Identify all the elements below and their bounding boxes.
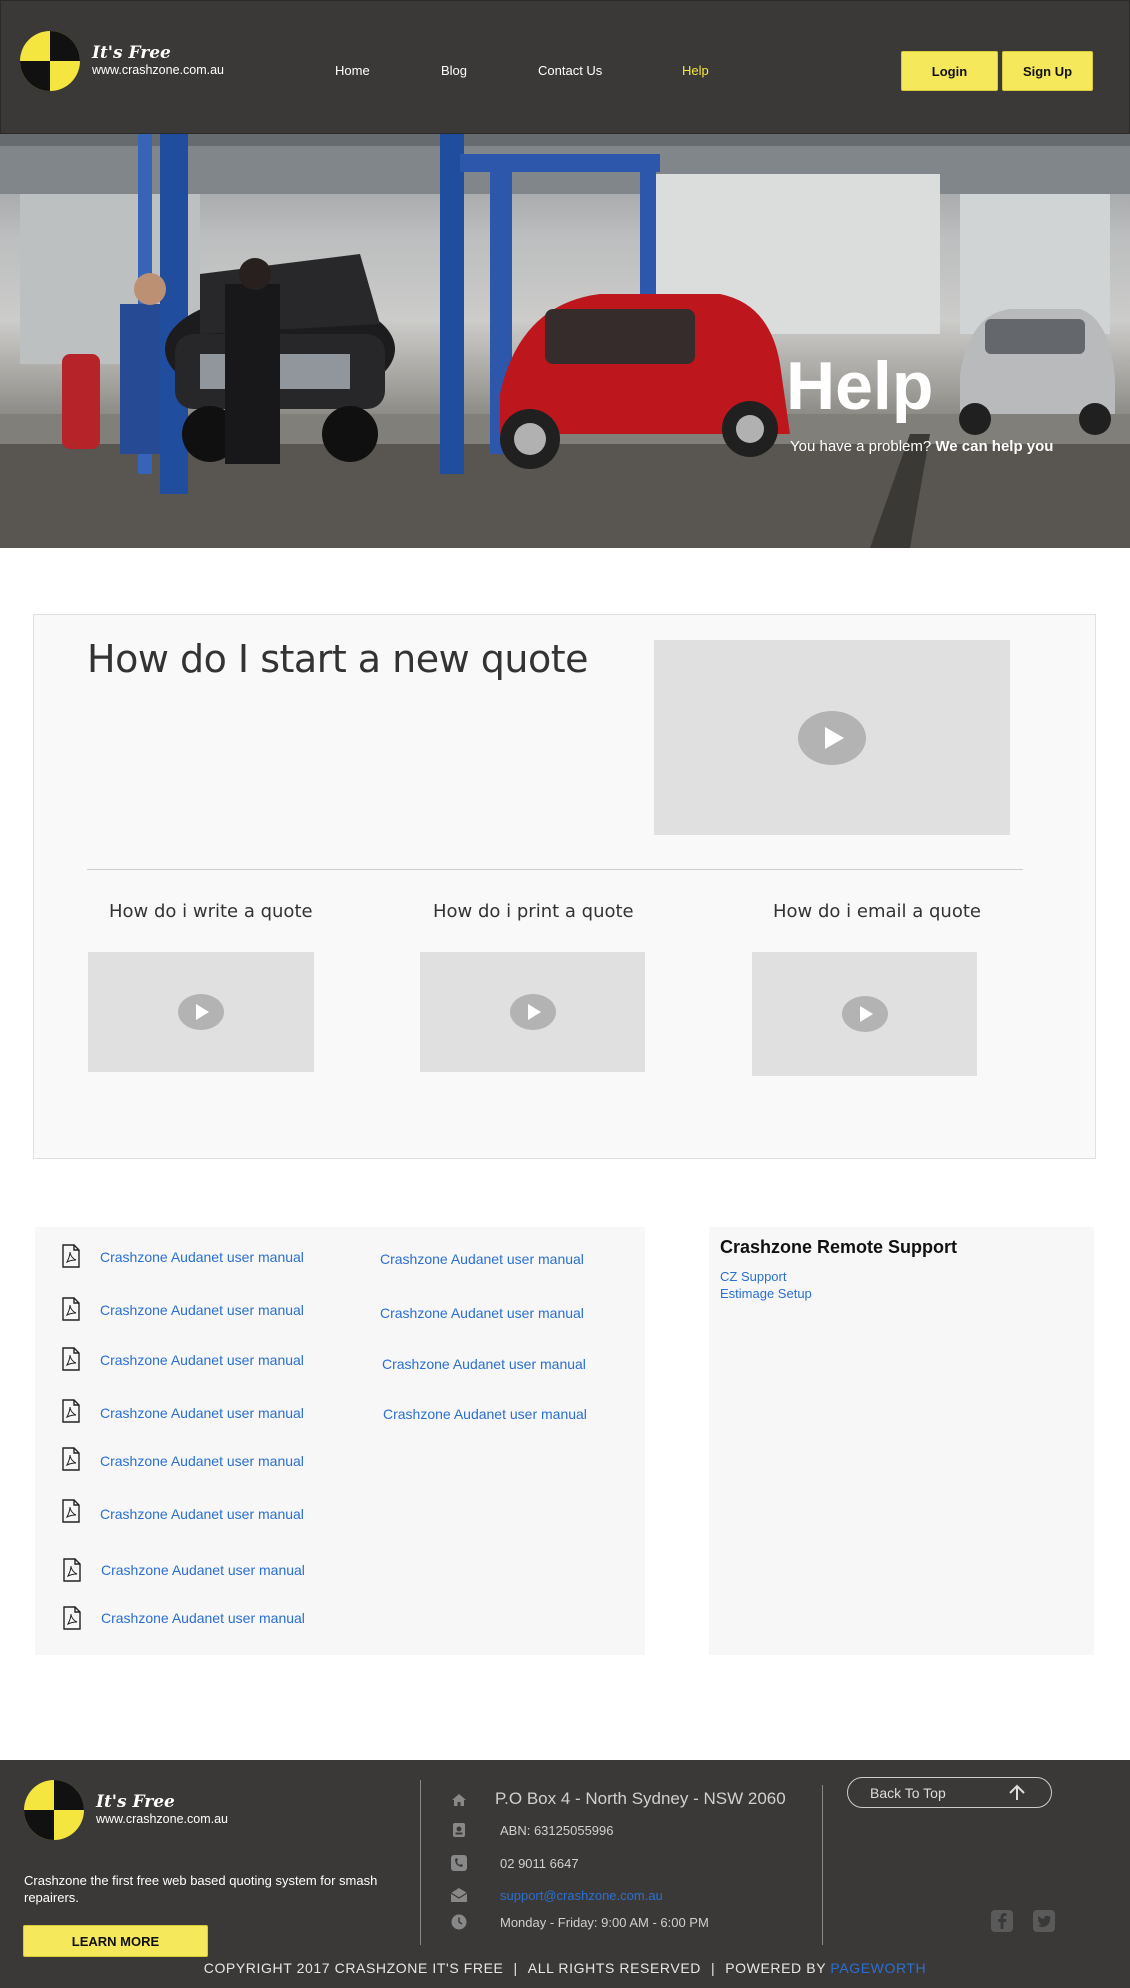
manual-link[interactable]: Crashzone Audanet user manual <box>380 1305 584 1321</box>
site-header: It's Free www.crashzone.com.au Home Blog… <box>0 0 1130 134</box>
footer-divider <box>822 1785 823 1945</box>
hero-banner: Help You have a problem? We can help you <box>0 134 1130 548</box>
cz-support-link[interactable]: CZ Support <box>720 1269 786 1284</box>
pdf-file-icon <box>63 1606 81 1630</box>
separator: | <box>710 1960 716 1976</box>
back-to-top-button[interactable]: Back To Top <box>847 1777 1052 1808</box>
signup-button[interactable]: Sign Up <box>1002 51 1093 91</box>
play-icon[interactable] <box>178 994 224 1030</box>
login-button[interactable]: Login <box>901 51 998 91</box>
manual-link[interactable]: Crashzone Audanet user manual <box>382 1356 586 1372</box>
manual-link[interactable]: Crashzone Audanet user manual <box>101 1610 305 1626</box>
separator: | <box>513 1960 518 1976</box>
site-footer: It's Free www.crashzone.com.au Crashzone… <box>0 1760 1130 1988</box>
main-video-player[interactable] <box>654 640 1010 835</box>
facebook-icon[interactable] <box>990 1909 1014 1933</box>
hero-subtitle-bold: We can help you <box>935 438 1054 455</box>
video-player-email[interactable] <box>752 952 977 1076</box>
phone-icon <box>451 1855 467 1871</box>
pdf-file-icon <box>62 1399 80 1423</box>
section-divider <box>87 869 1023 870</box>
video-player-write[interactable] <box>88 952 314 1072</box>
learn-more-button[interactable]: LEARN MORE <box>23 1925 208 1957</box>
manual-link[interactable]: Crashzone Audanet user manual <box>100 1352 304 1368</box>
manual-link[interactable]: Crashzone Audanet user manual <box>100 1302 304 1318</box>
hero-title: Help <box>786 348 934 424</box>
footer-phone: 02 9011 6647 <box>500 1855 579 1871</box>
footer-description: Crashzone the first free web based quoti… <box>24 1873 378 1905</box>
arrow-up-icon <box>1009 1784 1025 1800</box>
envelope-icon <box>450 1888 468 1902</box>
hero-subtitle-plain: You have a problem? <box>790 438 936 455</box>
footer-address: P.O Box 4 - North Sydney - NSW 2060 <box>495 1789 786 1808</box>
logo-tagline: It's Free <box>92 43 171 64</box>
pdf-file-icon <box>62 1499 80 1523</box>
footer-email-link[interactable]: support@crashzone.com.au <box>500 1888 663 1903</box>
video-tutorials-panel: How do I start a new quote How do i writ… <box>33 614 1096 1159</box>
remote-support-title: Crashzone Remote Support <box>720 1237 958 1257</box>
twitter-icon[interactable] <box>1032 1909 1056 1933</box>
video-title-email: How do i email a quote <box>773 901 981 922</box>
logo-mark-icon <box>20 31 80 91</box>
powered-by-text: POWERED BY <box>725 1960 831 1976</box>
remote-support-panel: Crashzone Remote Support CZ Support Esti… <box>709 1227 1094 1655</box>
manual-link[interactable]: Crashzone Audanet user manual <box>100 1453 304 1469</box>
copyright-bar: COPYRIGHT 2017 CRASHZONE IT'S FREE | ALL R… <box>0 1960 1130 1976</box>
main-question-title: How do I start a new quote <box>87 637 589 681</box>
rights-text: ALL RIGHTS RESERVED <box>527 1960 701 1976</box>
id-card-icon <box>453 1823 465 1837</box>
nav-home[interactable]: Home <box>335 63 370 78</box>
logo-url: www.crashzone.com.au <box>96 1812 229 1827</box>
estimage-setup-link[interactable]: Estimage Setup <box>720 1286 812 1301</box>
play-icon[interactable] <box>841 996 888 1032</box>
site-logo[interactable]: It's Free www.crashzone.com.au <box>20 31 224 91</box>
pageworth-link[interactable]: PAGEWORTH <box>830 1960 926 1976</box>
manual-link[interactable]: Crashzone Audanet user manual <box>100 1249 304 1265</box>
manual-link[interactable]: Crashzone Audanet user manual <box>380 1251 584 1267</box>
pdf-file-icon <box>63 1558 81 1582</box>
logo-tagline: It's Free <box>96 1792 175 1813</box>
pdf-file-icon <box>62 1244 80 1268</box>
video-title-print: How do i print a quote <box>433 901 634 922</box>
nav-blog[interactable]: Blog <box>441 63 467 78</box>
home-icon <box>452 1794 466 1806</box>
pdf-file-icon <box>62 1297 80 1321</box>
pdf-file-icon <box>62 1347 80 1371</box>
garage-photo <box>0 134 1130 548</box>
pdf-file-icon <box>62 1447 80 1471</box>
hero-subtitle: You have a problem? We can help you <box>790 438 1053 455</box>
manual-link[interactable]: Crashzone Audanet user manual <box>383 1406 587 1422</box>
manual-link[interactable]: Crashzone Audanet user manual <box>101 1562 305 1578</box>
play-icon[interactable] <box>509 994 556 1030</box>
manual-link[interactable]: Crashzone Audanet user manual <box>100 1506 304 1522</box>
clock-icon <box>451 1914 467 1930</box>
back-to-top-label: Back To Top <box>870 1784 946 1801</box>
logo-url: www.crashzone.com.au <box>92 63 225 78</box>
footer-logo[interactable]: It's Free www.crashzone.com.au <box>24 1780 228 1840</box>
logo-mark-icon <box>24 1780 84 1840</box>
video-player-print[interactable] <box>420 952 645 1072</box>
user-manuals-list: Crashzone Audanet user manual Crashzone … <box>35 1227 645 1655</box>
footer-abn: ABN: 63125055996 <box>500 1822 614 1838</box>
footer-hours: Monday - Friday: 9:00 AM - 6:00 PM <box>500 1914 709 1930</box>
nav-help[interactable]: Help <box>682 63 709 78</box>
manual-link[interactable]: Crashzone Audanet user manual <box>100 1405 304 1421</box>
nav-contact-us[interactable]: Contact Us <box>538 63 602 78</box>
footer-divider <box>420 1780 421 1945</box>
video-title-write: How do i write a quote <box>109 901 313 922</box>
copyright-text: COPYRIGHT 2017 CRASHZONE IT'S FREE <box>203 1960 504 1976</box>
play-icon[interactable] <box>798 710 866 765</box>
